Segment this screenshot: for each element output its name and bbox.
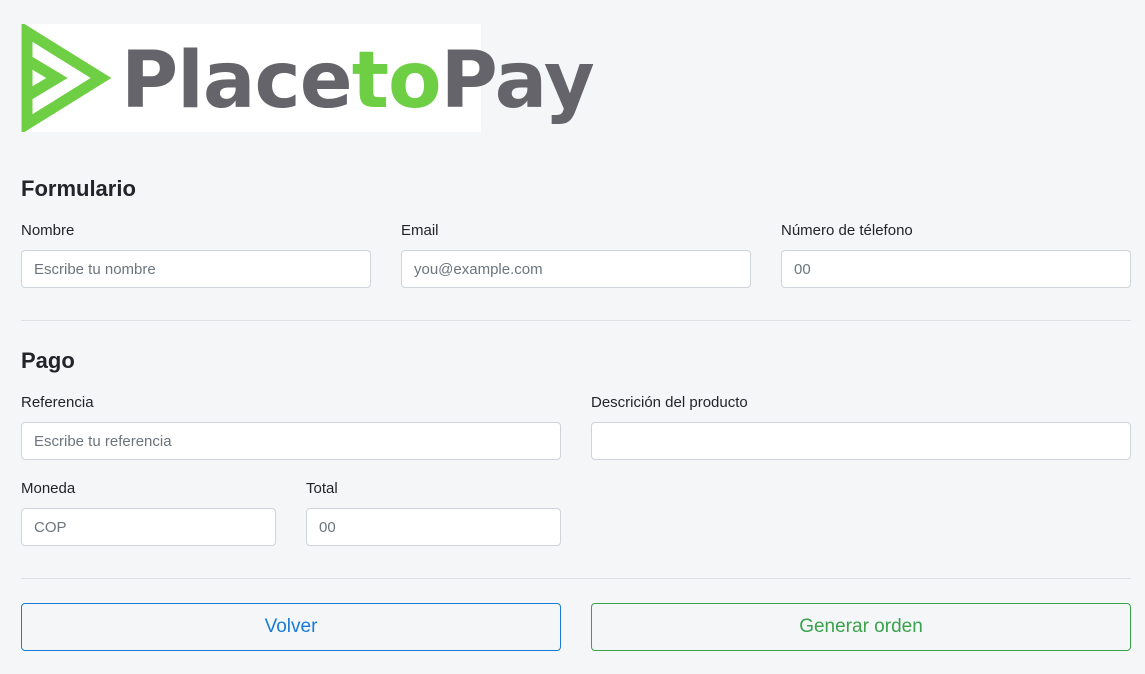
email-input[interactable] [401,250,751,288]
currency-label: Moneda [21,480,76,497]
name-label: Nombre [21,222,75,239]
generate-order-button[interactable]: Generar orden [591,603,1131,651]
actions-divider [21,578,1131,579]
phone-input[interactable] [781,250,1131,288]
reference-label: Referencia [21,394,94,411]
reference-input[interactable] [21,422,561,460]
description-input[interactable] [591,422,1131,460]
payment-section-title: Pago [21,348,75,373]
email-label: Email [401,222,439,239]
payment-form-page: PlacetoPay Formulario Nombre Email Númer… [0,0,1145,674]
back-button[interactable]: Volver [21,603,561,651]
brand-wordmark: PlacetoPay [121,36,595,126]
description-label: Descrición del producto [591,394,748,411]
currency-input[interactable] [21,508,276,546]
play-triangle-icon [21,24,111,132]
form-section-title: Formulario [21,176,136,201]
phone-label: Número de télefono [781,222,913,239]
placetopay-logo: PlacetoPay [21,24,595,132]
total-label: Total [306,480,338,497]
name-input[interactable] [21,250,371,288]
section-divider [21,320,1131,321]
total-input[interactable] [306,508,561,546]
